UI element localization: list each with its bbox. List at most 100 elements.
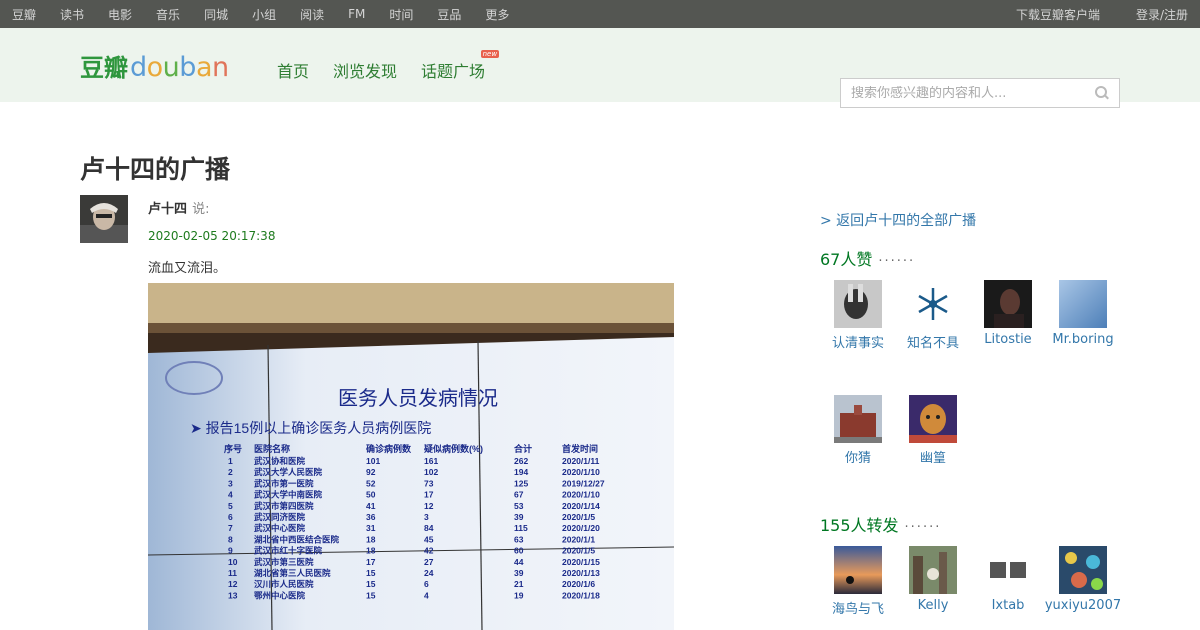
user-avatar[interactable] [834, 280, 882, 328]
logo-cn: 豆瓣 [80, 54, 128, 82]
image-table-cell: 2020/1/11 [562, 456, 600, 466]
global-nav-fm[interactable]: FM [348, 7, 365, 21]
login-register-link[interactable]: 登录/注册 [1136, 6, 1188, 23]
search-icon[interactable] [1095, 86, 1109, 100]
image-table-cell: 汉川市人民医院 [254, 579, 314, 589]
global-nav-market[interactable]: 豆品 [437, 6, 461, 23]
image-table-cell: 4 [228, 490, 233, 500]
like-user[interactable]: Mr.boring [1038, 280, 1128, 347]
image-table-cell: 161 [424, 456, 438, 466]
global-nav-time[interactable]: 时间 [389, 6, 413, 23]
user-name[interactable]: 幽篁 [888, 447, 978, 466]
global-nav-more[interactable]: 更多 [485, 6, 509, 23]
global-nav-read[interactable]: 阅读 [300, 6, 324, 23]
image-table-cell: 3 [424, 512, 429, 522]
image-table-cell: 92 [366, 467, 376, 477]
global-nav-groups[interactable]: 小组 [252, 6, 276, 23]
image-table-cell: 36 [366, 512, 376, 522]
image-table-cell: 武汉市第一医院 [254, 478, 314, 488]
image-table-header: 疑似病例数(%) [424, 443, 483, 454]
image-table-cell: 63 [514, 534, 524, 544]
image-table-cell: 2020/1/10 [562, 490, 600, 500]
image-table-cell: 15 [366, 590, 376, 600]
image-table-cell: 13 [228, 590, 238, 600]
nav-explore[interactable]: 浏览发现 [333, 58, 397, 82]
image-table-cell: 10 [228, 557, 238, 567]
image-table-cell: 武汉市第三医院 [254, 557, 314, 567]
author-name[interactable]: 卢十四 [148, 202, 187, 217]
search-input[interactable] [851, 85, 1095, 101]
global-nav-right: 下载豆瓣客户端 登录/注册 [980, 6, 1188, 23]
user-avatar[interactable] [909, 546, 957, 594]
image-table-cell: 湖北省中西医结合医院 [254, 534, 340, 544]
image-table-cell: 4 [424, 590, 429, 600]
global-nav-local[interactable]: 同城 [204, 6, 228, 23]
image-table-cell: 53 [514, 501, 524, 511]
download-app-link[interactable]: 下载豆瓣客户端 [1016, 6, 1100, 23]
image-table-cell: 21 [514, 579, 524, 589]
user-avatar[interactable] [984, 546, 1032, 594]
image-table-cell: 17 [424, 490, 434, 500]
image-table-cell: 2020/1/5 [562, 546, 595, 556]
global-nav-books[interactable]: 读书 [60, 6, 84, 23]
image-table-subtitle: ➤ 报告15例以上确诊医务人员病例医院 [190, 420, 431, 436]
image-table-header: 合计 [514, 443, 532, 454]
image-table-cell: 8 [228, 534, 233, 544]
user-avatar[interactable] [984, 280, 1032, 328]
image-table-cell: 11 [228, 568, 237, 578]
image-table-cell: 27 [424, 557, 434, 567]
image-table-cell: 3 [228, 478, 233, 488]
image-table-cell: 2020/1/1 [562, 534, 595, 544]
image-table-cell: 19 [514, 590, 524, 600]
image-table-cell: 18 [366, 534, 376, 544]
user-avatar[interactable] [834, 546, 882, 594]
nav-topics-label: 话题广场 [421, 62, 486, 81]
search-box [840, 78, 1120, 108]
likes-more-dots[interactable]: ······ [878, 254, 915, 269]
image-table-cell: 125 [514, 478, 528, 488]
image-table-cell: 18 [366, 546, 376, 556]
nav-home[interactable]: 首页 [277, 58, 309, 82]
image-table-cell: 2 [228, 467, 233, 477]
user-name[interactable]: yuxiyu2007 [1038, 598, 1128, 613]
page-title: 卢十四的广播 [80, 155, 231, 184]
image-table-cell: 115 [514, 523, 528, 533]
image-table-cell: 84 [424, 523, 434, 533]
header: 豆瓣 douban 首页 浏览发现 话题广场 new [0, 28, 1200, 108]
global-nav-music[interactable]: 音乐 [156, 6, 180, 23]
like-user[interactable]: 幽篁 [888, 395, 978, 466]
image-table-cell: 102 [424, 467, 438, 477]
likes-title-text: 67人赞 [820, 250, 873, 269]
status-item: 卢十四 说: 2020-02-05 20:17:38 流血又流泪。 [148, 198, 275, 276]
reshares-more-dots[interactable]: ······ [905, 520, 942, 535]
user-avatar[interactable] [909, 280, 957, 328]
image-table-cell: 武汉大学人民医院 [254, 467, 323, 477]
user-avatar[interactable] [909, 395, 957, 443]
post-time[interactable]: 2020-02-05 20:17:38 [148, 229, 275, 243]
image-table-cell: 2020/1/18 [562, 590, 600, 600]
global-nav-douban[interactable]: 豆瓣 [12, 6, 36, 23]
user-avatar[interactable] [1059, 546, 1107, 594]
image-table-header: 医院名称 [254, 443, 290, 454]
user-name[interactable]: Mr.boring [1038, 332, 1128, 347]
image-table-cell: 武汉市第四医院 [254, 501, 314, 511]
nav-topics[interactable]: 话题广场 new [421, 50, 500, 82]
image-table-cell: 2020/1/6 [562, 579, 595, 589]
image-table-cell: 2020/1/13 [562, 568, 600, 578]
author-avatar[interactable] [80, 195, 128, 243]
user-avatar[interactable] [834, 395, 882, 443]
post-image[interactable]: 医务人员发病情况 ➤ 报告15例以上确诊医务人员病例医院 序号 医院名称 确诊病例数… [148, 283, 674, 630]
reshares-title-text: 155人转发 [820, 516, 899, 535]
back-to-all-link[interactable]: > 返回卢十四的全部广播 [820, 210, 976, 230]
image-table-header: 首发时间 [562, 443, 598, 454]
image-table-cell: 武汉市红十字医院 [254, 546, 323, 556]
reshare-user[interactable]: yuxiyu2007 [1038, 546, 1128, 613]
image-table-cell: 2020/1/14 [562, 501, 600, 511]
douban-logo[interactable]: 豆瓣 douban [80, 48, 229, 83]
image-table-cell: 45 [424, 534, 434, 544]
user-avatar[interactable] [1059, 280, 1107, 328]
image-table-cell: 9 [228, 546, 233, 556]
global-nav-movies[interactable]: 电影 [108, 6, 132, 23]
image-table-cell: 52 [366, 478, 376, 488]
global-nav: 豆瓣 读书 电影 音乐 同城 小组 阅读 FM 时间 豆品 更多 下载豆瓣客户端… [0, 0, 1200, 28]
